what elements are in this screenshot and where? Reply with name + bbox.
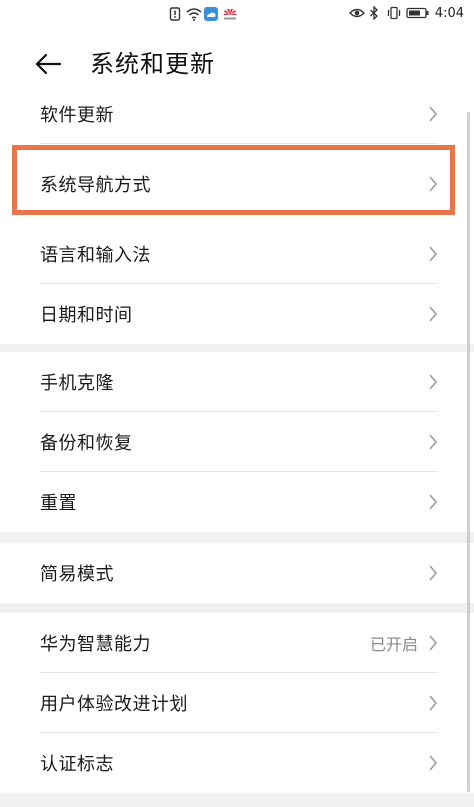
scrollbar[interactable] bbox=[467, 112, 470, 792]
list-item-date-time[interactable]: 日期和时间 bbox=[0, 284, 474, 344]
chevron-right-icon bbox=[429, 755, 438, 771]
list-item-phone-clone[interactable]: 手机克隆 bbox=[0, 352, 474, 412]
list-item-software-update[interactable]: 软件更新 bbox=[0, 84, 474, 144]
chevron-right-icon bbox=[429, 695, 438, 711]
chevron-right-icon bbox=[429, 306, 438, 322]
back-button[interactable] bbox=[30, 48, 66, 80]
list-item-label: 用户体验改进计划 bbox=[40, 694, 188, 715]
eye-icon bbox=[348, 6, 365, 20]
list-item-simple-mode[interactable]: 简易模式 bbox=[0, 543, 474, 603]
page-title: 系统和更新 bbox=[90, 50, 215, 78]
list-item-label: 备份和恢复 bbox=[40, 433, 133, 454]
list-item-language-input[interactable]: 语言和输入法 bbox=[0, 224, 474, 284]
list-item-label: 日期和时间 bbox=[40, 305, 133, 326]
vibrate-icon bbox=[387, 6, 401, 20]
chevron-right-icon bbox=[429, 246, 438, 262]
list-item-label: 认证标志 bbox=[40, 754, 114, 775]
chevron-right-icon bbox=[429, 565, 438, 581]
chevron-right-icon bbox=[429, 494, 438, 510]
settings-group-3: 简易模式 bbox=[0, 543, 474, 603]
weather-icon bbox=[204, 6, 218, 21]
list-item-backup-restore[interactable]: 备份和恢复 bbox=[0, 412, 474, 472]
list-item-label: 软件更新 bbox=[40, 105, 114, 126]
status-bar: 4:04 bbox=[0, 0, 474, 28]
chevron-right-icon bbox=[429, 434, 438, 450]
list-item-certification[interactable]: 认证标志 bbox=[0, 733, 474, 793]
status-left-icons bbox=[168, 4, 237, 22]
list-item-user-experience[interactable]: 用户体验改进计划 bbox=[0, 673, 474, 733]
battery-icon bbox=[406, 6, 430, 20]
settings-screen: 4:04 系统和更新 软件更新 系统导航方式 语言和输入法 日期和时间 手机克隆… bbox=[0, 0, 474, 807]
list-item-huawei-ai[interactable]: 华为智慧能力 已开启 bbox=[0, 613, 474, 673]
list-item-reset[interactable]: 重置 bbox=[0, 472, 474, 532]
list-item-label: 简易模式 bbox=[40, 564, 114, 585]
huawei-logo bbox=[222, 6, 237, 20]
highlight-box bbox=[12, 145, 455, 215]
sim-alert-icon bbox=[168, 6, 182, 21]
bluetooth-icon bbox=[368, 5, 382, 21]
chevron-right-icon bbox=[429, 635, 438, 651]
back-arrow-icon bbox=[35, 53, 62, 75]
list-item-label: 华为智慧能力 bbox=[40, 634, 151, 655]
list-item-label: 手机克隆 bbox=[40, 373, 114, 394]
status-time: 4:04 bbox=[434, 5, 464, 21]
list-item-label: 语言和输入法 bbox=[40, 245, 151, 266]
list-item-label: 重置 bbox=[40, 493, 77, 514]
status-value: 已开启 bbox=[369, 635, 418, 654]
chevron-right-icon bbox=[429, 374, 438, 390]
chevron-right-icon bbox=[429, 106, 438, 122]
settings-group-2: 手机克隆 备份和恢复 重置 bbox=[0, 352, 474, 532]
status-right-icons: 4:04 bbox=[348, 4, 464, 22]
wifi-icon bbox=[186, 6, 202, 21]
settings-group-4: 华为智慧能力 已开启 用户体验改进计划 认证标志 bbox=[0, 613, 474, 793]
